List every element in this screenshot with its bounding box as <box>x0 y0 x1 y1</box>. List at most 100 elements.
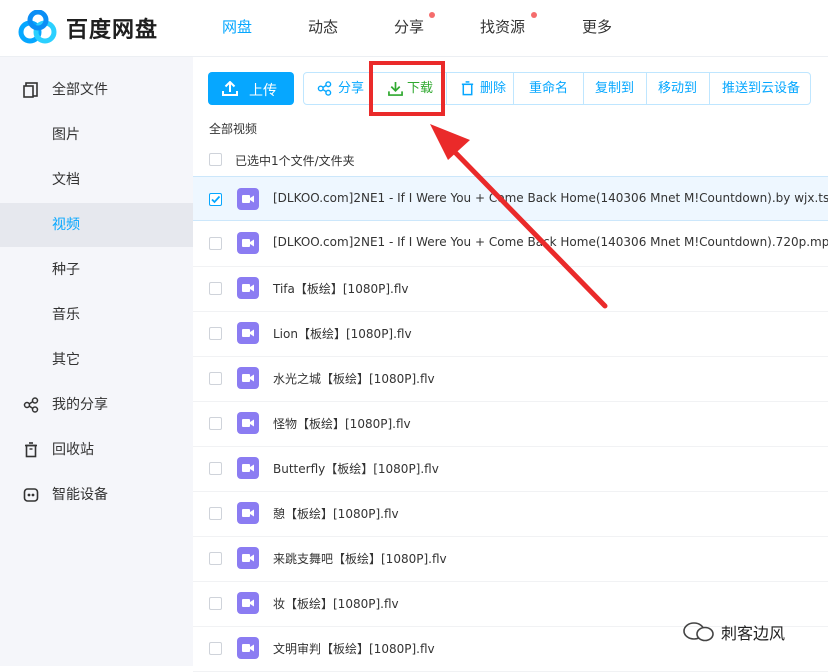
file-name[interactable]: 妆【板绘】[1080P].flv <box>273 595 399 612</box>
file-name[interactable]: 怪物【板绘】[1080P].flv <box>273 415 411 432</box>
wechat-icon <box>683 622 714 642</box>
row-checkbox[interactable] <box>209 507 222 520</box>
nav-tab-activity[interactable]: 动态 <box>308 16 338 37</box>
row-checkbox[interactable] <box>209 237 222 250</box>
sidebar-item-recycle-bin[interactable]: 回收站 <box>0 428 193 472</box>
sidebar-item-all-files[interactable]: 全部文件 <box>0 68 193 112</box>
row-checkbox[interactable] <box>209 552 222 565</box>
device-icon <box>23 488 39 502</box>
table-row[interactable]: Tifa【板绘】[1080P].flv <box>193 266 828 312</box>
nav-tab-share[interactable]: 分享 <box>394 16 424 37</box>
sidebar-item-other[interactable]: 其它 <box>0 338 193 382</box>
video-file-icon <box>237 322 259 344</box>
file-name[interactable]: Tifa【板绘】[1080P].flv <box>273 280 409 297</box>
sidebar-item-my-shares[interactable]: 我的分享 <box>0 383 193 427</box>
share-label: 分享 <box>338 81 365 96</box>
row-checkbox[interactable] <box>209 327 222 340</box>
sidebar-item-label: 回收站 <box>52 442 94 458</box>
select-all-checkbox[interactable] <box>209 153 222 166</box>
file-name[interactable]: 憩【板绘】[1080P].flv <box>273 505 399 522</box>
upload-icon <box>222 81 238 96</box>
table-row[interactable]: 水光之城【板绘】[1080P].flv <box>193 356 828 402</box>
file-name[interactable]: [DLKOO.com]2NE1 - If I Were You + Come B… <box>273 191 828 205</box>
brand-name: 百度网盘 <box>66 18 159 43</box>
delete-label: 删除 <box>480 81 507 96</box>
row-checkbox[interactable] <box>209 597 222 610</box>
trash-icon <box>25 442 37 458</box>
download-highlight-box <box>369 61 445 116</box>
table-row[interactable]: 来跳支舞吧【板绘】[1080P].flv <box>193 536 828 582</box>
selection-info: 已选中1个文件/文件夹 <box>235 154 355 168</box>
sidebar-item-smart-devices[interactable]: 智能设备 <box>0 473 193 517</box>
video-file-icon <box>237 232 259 254</box>
file-name[interactable]: Lion【板绘】[1080P].flv <box>273 325 412 342</box>
resources-notification-dot <box>531 12 537 18</box>
breadcrumb: 全部视频 <box>209 122 258 136</box>
share-notification-dot <box>429 12 435 18</box>
file-name[interactable]: 水光之城【板绘】[1080P].flv <box>273 370 435 387</box>
push-to-device-label: 推送到云设备 <box>722 81 801 96</box>
push-to-device-button[interactable]: 推送到云设备 <box>710 73 810 104</box>
nav-tab-more[interactable]: 更多 <box>582 16 612 37</box>
watermark-text: 刺客边风 <box>721 624 786 643</box>
table-row[interactable]: Lion【板绘】[1080P].flv <box>193 311 828 357</box>
share-button[interactable]: 分享 <box>304 73 371 104</box>
rename-label: 重命名 <box>529 81 569 96</box>
video-file-icon <box>237 277 259 299</box>
table-row[interactable]: [DLKOO.com]2NE1 - If I Were You + Come B… <box>193 176 828 221</box>
sidebar-item-images[interactable]: 图片 <box>0 113 193 157</box>
upload-label: 上传 <box>249 83 277 99</box>
file-name[interactable]: 来跳支舞吧【板绘】[1080P].flv <box>273 550 447 567</box>
table-row[interactable]: [DLKOO.com]2NE1 - If I Were You + Come B… <box>193 221 828 267</box>
file-name[interactable]: 文明审判【板绘】[1080P].flv <box>273 640 435 657</box>
trash-icon <box>461 81 474 96</box>
share-icon <box>23 397 39 413</box>
file-name[interactable]: [DLKOO.com]2NE1 - If I Were You + Come B… <box>273 235 828 249</box>
sidebar-item-label: 我的分享 <box>52 397 108 413</box>
copy-to-label: 复制到 <box>595 81 635 96</box>
row-checkbox[interactable] <box>209 642 222 655</box>
sidebar-item-label: 智能设备 <box>52 487 108 503</box>
nav-tab-find-resources[interactable]: 找资源 <box>480 16 525 37</box>
delete-button[interactable]: 删除 <box>447 73 514 104</box>
table-row[interactable]: Butterfly【板绘】[1080P].flv <box>193 446 828 492</box>
files-icon <box>23 82 38 98</box>
copy-to-button[interactable]: 复制到 <box>584 73 647 104</box>
video-file-icon <box>237 502 259 524</box>
baidu-netdisk-logo[interactable] <box>18 10 58 46</box>
sidebar-item-torrents[interactable]: 种子 <box>0 248 193 292</box>
sidebar-item-documents[interactable]: 文档 <box>0 158 193 202</box>
sidebar-item-label: 视频 <box>52 217 80 233</box>
video-file-icon <box>237 592 259 614</box>
move-to-button[interactable]: 移动到 <box>647 73 710 104</box>
table-row[interactable]: 怪物【板绘】[1080P].flv <box>193 401 828 447</box>
table-row[interactable]: 憩【板绘】[1080P].flv <box>193 491 828 537</box>
sidebar-item-label: 种子 <box>52 262 80 278</box>
video-file-icon <box>237 637 259 659</box>
row-checkbox[interactable] <box>209 282 222 295</box>
sidebar-item-music[interactable]: 音乐 <box>0 293 193 337</box>
sidebar-item-label: 图片 <box>52 127 80 143</box>
sidebar-item-label: 其它 <box>52 352 80 368</box>
file-name[interactable]: Butterfly【板绘】[1080P].flv <box>273 460 439 477</box>
video-file-icon <box>237 367 259 389</box>
row-checkbox[interactable] <box>209 372 222 385</box>
row-checkbox[interactable] <box>209 462 222 475</box>
row-checkbox[interactable] <box>209 193 222 206</box>
video-file-icon <box>237 457 259 479</box>
video-file-icon <box>237 188 259 210</box>
sidebar-item-label: 音乐 <box>52 307 80 323</box>
video-file-icon <box>237 412 259 434</box>
share-icon <box>317 81 332 96</box>
rename-button[interactable]: 重命名 <box>514 73 584 104</box>
top-header: 百度网盘 网盘 动态 分享 找资源 更多 <box>0 0 828 57</box>
sidebar-item-videos[interactable]: 视频 <box>0 203 193 247</box>
nav-tab-netdisk[interactable]: 网盘 <box>222 16 252 37</box>
sidebar-item-label: 文档 <box>52 172 80 188</box>
row-checkbox[interactable] <box>209 417 222 430</box>
sidebar-item-label: 全部文件 <box>52 82 108 98</box>
sidebar: 全部文件 图片 文档 视频 种子 音乐 其它 我的分享 回收站 智能设备 <box>0 57 193 666</box>
upload-button[interactable]: 上传 <box>208 72 294 105</box>
video-file-icon <box>237 547 259 569</box>
move-to-label: 移动到 <box>658 81 698 96</box>
